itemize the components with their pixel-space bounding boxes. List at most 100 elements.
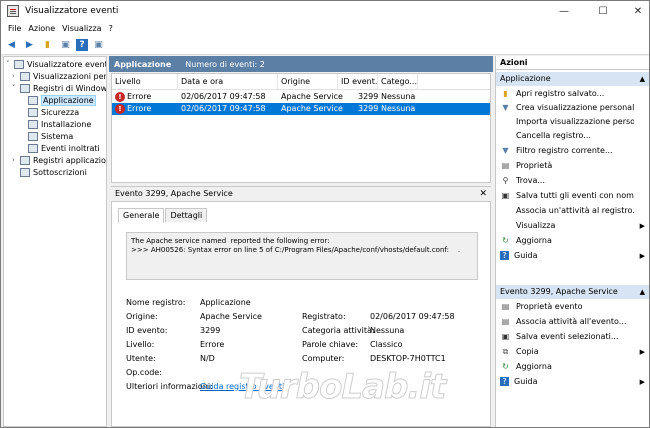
show-hide-action-pane-icon[interactable]: ▣ <box>91 37 106 52</box>
event-list: Livello Data e ora Origine ID event... C… <box>111 73 491 183</box>
action-import-custom-view[interactable]: Importa visualizzazione persona... <box>496 115 649 128</box>
folder-icon <box>20 71 30 81</box>
action-find[interactable]: ⚲ Trova... <box>496 174 649 187</box>
tree-app-services-logs[interactable]: › Registri applicazioni e <box>12 154 106 166</box>
close-detail-icon[interactable]: ✕ <box>479 189 487 199</box>
forward-icon[interactable]: ▶ <box>22 37 37 52</box>
detail-tabs: Generale Dettagli <box>118 208 208 223</box>
minimize-button[interactable]: — <box>547 1 581 21</box>
tab-generale[interactable]: Generale <box>118 208 165 223</box>
event-count: Numero di eventi: 2 <box>185 59 265 69</box>
event-detail-header: Evento 3299, Apache Service ✕ <box>111 186 491 200</box>
event-viewer-window: Visualizzatore eventi — ☐ ✕ File Azione … <box>0 0 650 428</box>
tree-log-installazione[interactable]: Installazione <box>28 118 91 130</box>
action-refresh[interactable]: ↻ Aggiorna <box>496 234 649 247</box>
tree-log-applicazione[interactable]: Applicazione <box>28 94 96 106</box>
action-help[interactable]: ? Guida ▶ <box>496 249 649 262</box>
show-hide-tree-icon[interactable]: ▣ <box>58 37 73 52</box>
label-computer: Computer: <box>302 354 345 363</box>
log-icon <box>28 119 38 129</box>
action-open-saved-log[interactable]: ▮ Apri registro salvato... <box>496 87 649 100</box>
column-id-evento[interactable]: ID event... <box>338 74 378 90</box>
tree-log-sicurezza[interactable]: Sicurezza <box>28 106 79 118</box>
actions-section-event[interactable]: Evento 3299, Apache Service ▲ <box>496 285 649 299</box>
submenu-arrow-icon: ▶ <box>639 377 645 386</box>
action-clear-log[interactable]: Cancella registro... <box>496 129 649 142</box>
label-level: Livello: <box>126 340 155 349</box>
tree-log-eventi-inoltrati[interactable]: Eventi inoltrati <box>28 142 100 154</box>
save-icon: ▣ <box>501 332 510 341</box>
log-name-heading: Applicazione <box>114 59 172 69</box>
help-icon[interactable]: ? <box>76 38 88 51</box>
label-event-id: ID evento: <box>126 326 168 335</box>
cell-level: Errore <box>127 104 152 113</box>
action-filter-current-log[interactable]: ▼ Filtro registro corrente... <box>496 144 649 157</box>
maximize-button[interactable]: ☐ <box>586 1 620 21</box>
menu-visualizza[interactable]: Visualizza <box>62 24 101 33</box>
table-row-selected[interactable]: ! Errore 02/06/2017 09:47:58 Apache Serv… <box>112 103 490 115</box>
tab-dettagli[interactable]: Dettagli <box>165 208 208 222</box>
folder-icon <box>20 83 30 93</box>
action-save-all-events[interactable]: ▣ Salva tutti gli eventi con nome... <box>496 189 649 202</box>
find-icon: ⚲ <box>502 176 509 185</box>
blank-icon <box>500 131 511 141</box>
actions-section-applicazione[interactable]: Applicazione ▲ <box>496 72 649 86</box>
action-help-event[interactable]: ? Guida ▶ <box>496 375 649 388</box>
open-log-icon: ▮ <box>503 89 508 98</box>
label-task-category: Categoria attività: <box>302 326 375 335</box>
value-keywords: Classico <box>370 340 403 349</box>
action-attach-task-to-log[interactable]: Associa un'attività al registro... <box>496 204 649 217</box>
value-logged: 02/06/2017 09:47:58 <box>370 312 455 321</box>
cell-source: Apache Service <box>281 92 343 101</box>
menu-file[interactable]: File <box>8 24 21 33</box>
action-refresh-event[interactable]: ↻ Aggiorna <box>496 360 649 373</box>
window-title: Visualizzatore eventi <box>25 6 119 16</box>
folder-up-icon[interactable]: ▮ <box>40 37 55 52</box>
turbolab-watermark-logo: TurboLab.it <box>238 367 446 408</box>
event-list-header: Applicazione Numero di eventi: 2 <box>109 56 493 72</box>
actions-title: Azioni <box>496 56 649 70</box>
tree-subscriptions[interactable]: Sottoscrizioni <box>20 166 87 178</box>
event-viewer-app-icon <box>7 5 19 17</box>
table-row[interactable]: ! Errore 02/06/2017 09:47:58 Apache Serv… <box>112 91 490 103</box>
label-opcode: Op.code: <box>126 368 162 377</box>
action-save-selected-events[interactable]: ▣ Salva eventi selezionati... <box>496 330 649 343</box>
log-icon <box>28 143 38 153</box>
column-origine[interactable]: Origine <box>278 74 338 90</box>
folder-icon <box>20 155 30 165</box>
action-properties[interactable]: ▤ Proprietà <box>496 159 649 172</box>
blank-icon <box>500 221 511 231</box>
tree-root[interactable]: ˅ Visualizzatore eventi (cor <box>6 58 106 70</box>
submenu-arrow-icon: ▶ <box>639 221 645 230</box>
filter-icon: ▼ <box>502 103 509 112</box>
column-livello[interactable]: Livello <box>112 74 178 90</box>
column-data-ora[interactable]: Data e ora <box>178 74 278 90</box>
submenu-arrow-icon: ▶ <box>639 251 645 260</box>
column-categoria[interactable]: Catego... <box>378 74 418 90</box>
expand-icon: › <box>12 156 15 164</box>
tree-windows-logs[interactable]: ˅ Registri di Windows <box>12 82 106 94</box>
task-icon: ▤ <box>501 317 510 326</box>
filter-icon: ▼ <box>502 146 509 155</box>
close-button[interactable]: ✕ <box>621 1 649 21</box>
menu-bar: File Azione Visualizza ? <box>1 21 649 35</box>
subscriptions-icon <box>20 167 30 177</box>
error-icon: ! <box>115 92 125 102</box>
cell-source: Apache Service <box>281 104 343 113</box>
action-view[interactable]: Visualizza ▶ <box>496 219 649 232</box>
collapse-up-icon: ▲ <box>639 288 645 296</box>
cell-level: Errore <box>127 92 152 101</box>
event-message[interactable]: The Apache service named reported the fo… <box>126 232 478 280</box>
menu-help[interactable]: ? <box>109 24 113 33</box>
value-source: Apache Service <box>200 312 262 321</box>
action-copy[interactable]: ⧉ Copia ▶ <box>496 345 649 358</box>
back-icon[interactable]: ◀ <box>4 37 19 52</box>
cell-id: 3299 <box>358 104 379 113</box>
tree-custom-views[interactable]: › Visualizzazioni person <box>12 70 106 82</box>
tree-log-sistema[interactable]: Sistema <box>28 130 73 142</box>
menu-azione[interactable]: Azione <box>28 24 55 33</box>
action-attach-task-to-event[interactable]: ▤ Associa attività all'evento... <box>496 315 649 328</box>
action-event-properties[interactable]: ▤ Proprietà evento <box>496 300 649 313</box>
help-icon: ? <box>500 251 509 260</box>
action-create-custom-view[interactable]: ▼Crea visualizzazione personalizz... <box>496 101 649 114</box>
